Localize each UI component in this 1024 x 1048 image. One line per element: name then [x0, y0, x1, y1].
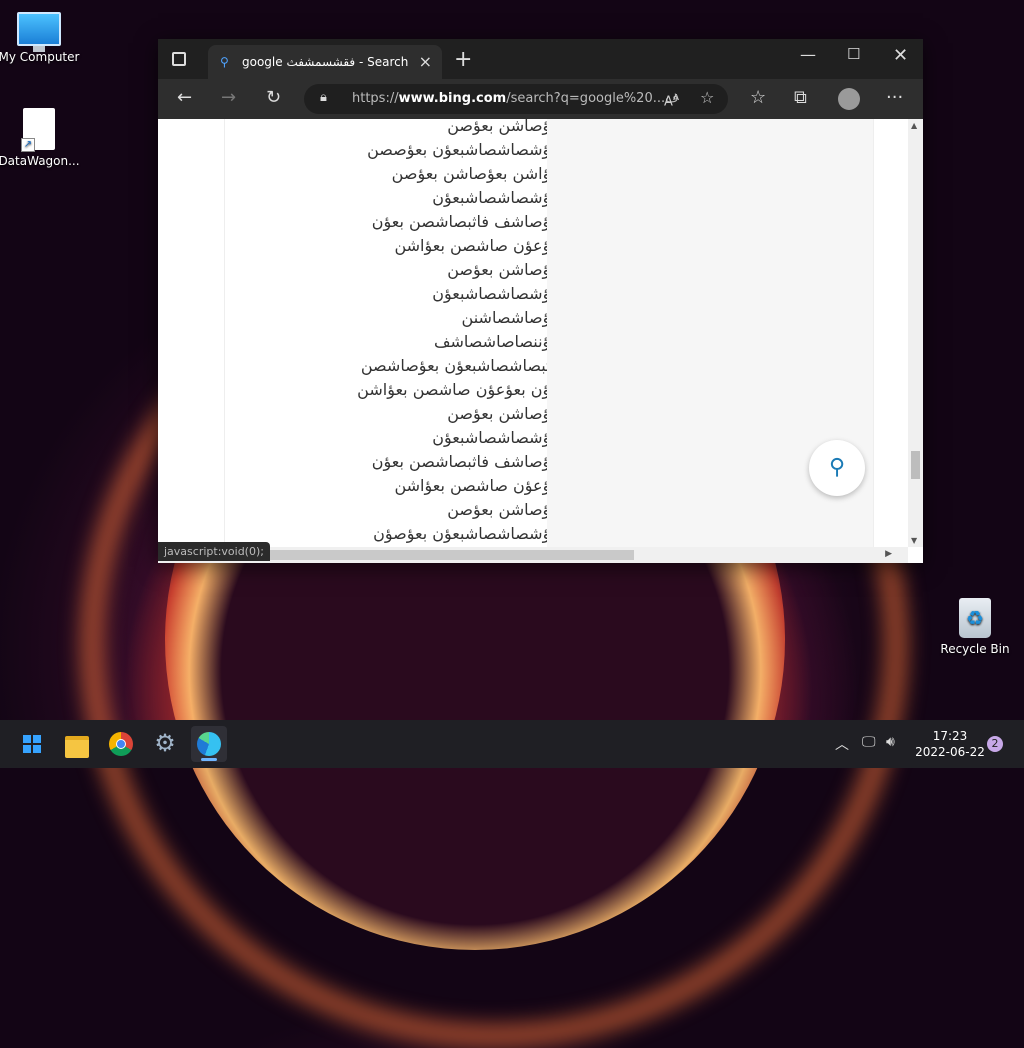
result-line: بعؤشصاشصاشبعؤن — [432, 284, 563, 303]
clock[interactable]: 17:23 2022-06-22 — [912, 728, 988, 760]
minimize-button[interactable]: — — [800, 45, 816, 64]
page-content: بعؤصاشن بعؤصن بعؤشصاشصاشبعؤن بعؤصصن بعؤاشن… — [158, 119, 908, 547]
start-button[interactable] — [14, 726, 50, 762]
chrome-button[interactable] — [103, 726, 139, 762]
lock-icon: 🔒︎ — [320, 90, 327, 105]
results-column: بعؤصاشن بعؤصن بعؤشصاشصاشبعؤن بعؤصصن بعؤاشن… — [224, 119, 563, 547]
hscroll-thumb[interactable] — [262, 550, 634, 560]
status-bar: javascript:void(0); — [158, 542, 270, 561]
scroll-thumb[interactable] — [911, 451, 920, 479]
horizontal-scrollbar[interactable]: ▶ — [158, 547, 908, 563]
desktop-icon-label: Recycle Bin — [940, 642, 1010, 656]
gear-icon: ⚙ — [154, 729, 176, 757]
workspaces-icon[interactable] — [172, 52, 186, 66]
search-icon: ⚲ — [828, 455, 846, 480]
desktop-icon-recycle-bin[interactable]: ♻ Recycle Bin — [933, 598, 1017, 656]
result-line: بعؤاشن بعؤصاشن بعؤصن — [391, 164, 563, 183]
close-window-button[interactable]: ✕ — [893, 45, 908, 66]
chevron-up-icon[interactable]: ︿ — [835, 734, 849, 754]
search-icon: ⚲ — [220, 55, 229, 69]
desktop-icon-datawagon[interactable]: ↗ DataWagon... — [0, 108, 81, 168]
result-line: بعؤصاشصاشنن — [461, 308, 563, 327]
result-text: بعؤصاشن بعؤصن بعؤشصاشصاشبعؤن بعؤصصن بعؤاشن… — [305, 119, 563, 546]
result-line: بعؤننصاصاشصاشف — [433, 332, 563, 351]
result-line: بعؤصاشن بعؤصن — [447, 119, 563, 135]
result-line: بعؤعؤن صاشصن بعؤاشن — [394, 476, 563, 495]
date-text: 2022-06-22 — [915, 745, 985, 759]
result-line: بعؤصاشف فاثبصاشصن بعؤن — [371, 212, 563, 231]
result-line: بعؤصاشن بعؤصن — [447, 500, 563, 519]
maximize-button[interactable]: ☐ — [847, 45, 860, 63]
result-line: بعؤصاشن بعؤصن — [447, 260, 563, 279]
refresh-button[interactable]: ↻ — [266, 87, 281, 108]
file-explorer-button[interactable] — [59, 726, 95, 762]
profile-avatar[interactable] — [838, 88, 860, 110]
favorites-icon[interactable]: ☆ — [750, 87, 766, 108]
url-text: https://www.bing.com/search?q=google%20.… — [352, 91, 679, 106]
network-icon[interactable]: 🖵︎ — [862, 734, 876, 750]
more-menu-icon[interactable]: ··· — [886, 87, 903, 108]
result-line: فاثبصاشصاشبعؤن بعؤصاشصن — [360, 356, 563, 375]
vertical-scrollbar[interactable]: ▲ ▼ — [908, 119, 923, 547]
result-line: بعؤشصاشصاشبعؤن بعؤصصن — [367, 140, 563, 159]
settings-button[interactable]: ⚙ — [147, 726, 183, 762]
back-button[interactable]: ← — [177, 87, 192, 108]
desktop-icon-label: DataWagon... — [0, 154, 80, 168]
address-bar[interactable]: 🔒︎ https://www.bing.com/search?q=google%… — [304, 84, 728, 114]
windows-icon — [23, 735, 41, 753]
result-line: بعؤشصاشصاشبعؤن — [432, 188, 563, 207]
chrome-icon — [109, 732, 133, 756]
taskbar: ⚙ ︿ 🖵︎ 🔊︎ 17:23 2022-06-22 2 — [0, 720, 1024, 768]
search-fab[interactable]: ⚲ — [809, 440, 865, 496]
browser-window: ⚲ google فقشسمشفث - Search × + — ☐ ✕ ← →… — [158, 39, 923, 563]
new-tab-button[interactable]: + — [454, 47, 472, 72]
volume-icon[interactable]: 🔊︎ — [886, 734, 895, 750]
result-line: بعؤشصاشصاشبعؤن بعؤصؤن — [373, 524, 563, 543]
result-line: بعؤصاشف فاثبصاشصن بعؤن — [371, 452, 563, 471]
add-favorite-icon[interactable]: ☆ — [700, 88, 714, 107]
folder-icon — [65, 736, 89, 758]
scroll-up-arrow[interactable]: ▲ — [911, 121, 917, 130]
close-tab-icon[interactable]: × — [419, 52, 432, 71]
read-aloud-icon[interactable]: Aʌ — [664, 90, 679, 109]
edge-icon — [197, 732, 221, 756]
file-shortcut-icon: ↗ — [21, 108, 55, 152]
recycle-bin-icon: ♻ — [959, 598, 991, 638]
edge-button[interactable] — [191, 726, 227, 762]
scroll-down-arrow[interactable]: ▼ — [911, 536, 917, 545]
result-line: بعؤصاشن بعؤصن — [447, 404, 563, 423]
time-text: 17:23 — [932, 729, 968, 743]
desktop-icon-label: My Computer — [0, 50, 80, 64]
notification-badge[interactable]: 2 — [987, 736, 1003, 752]
result-line: بعؤشصاشصاشبعؤن — [432, 428, 563, 447]
forward-button[interactable]: → — [221, 87, 236, 108]
result-line: بعؤعؤن صاشصن بعؤاشن — [394, 236, 563, 255]
collections-icon[interactable]: ⧉ — [794, 87, 807, 108]
result-line: بعؤن بعؤعؤن صاشصن بعؤاشن — [357, 380, 563, 399]
monitor-icon — [17, 12, 61, 52]
toolbar: ← → ↻ 🔒︎ https://www.bing.com/search?q=g… — [158, 79, 923, 119]
tab-search[interactable]: ⚲ google فقشسمشفث - Search × — [208, 45, 442, 79]
tab-title: google فقشسمشفث - Search — [242, 55, 409, 69]
scroll-right-arrow[interactable]: ▶ — [885, 549, 892, 559]
desktop-icon-my-computer[interactable]: My Computer — [0, 12, 81, 64]
title-bar: ⚲ google فقشسمشفث - Search × + — ☐ ✕ — [158, 39, 923, 79]
